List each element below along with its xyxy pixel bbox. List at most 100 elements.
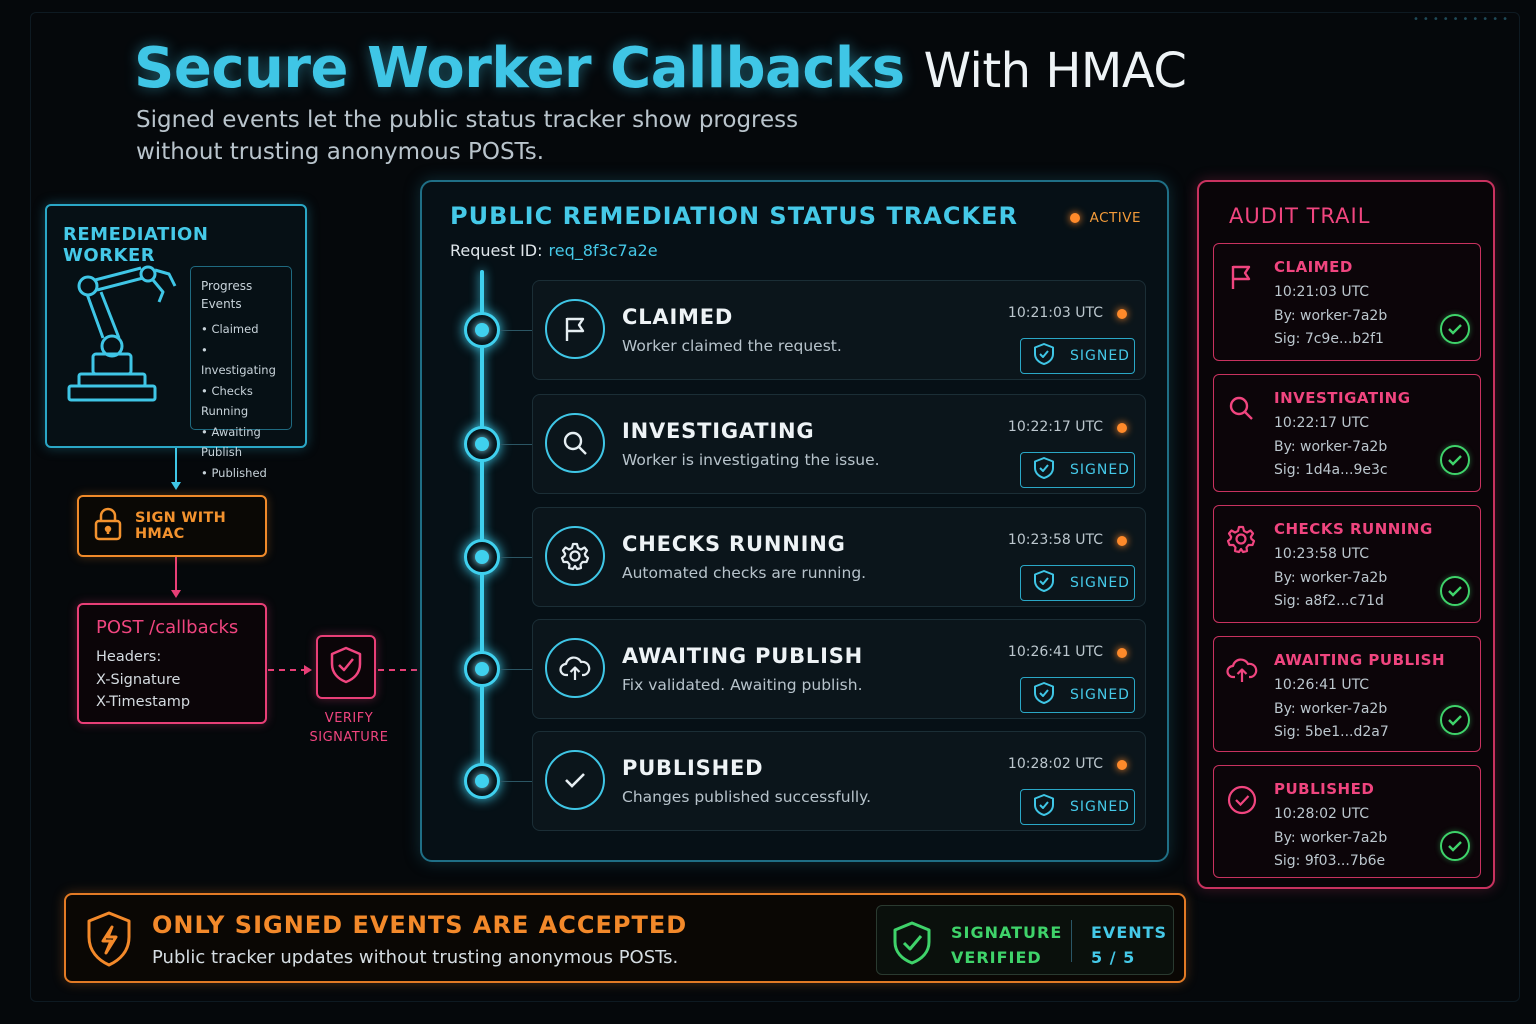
step-time: 10:23:58 UTC bbox=[1007, 532, 1103, 548]
request-id-value: req_8f3c7a2e bbox=[548, 241, 658, 260]
active-status-badge: ACTIVE bbox=[1069, 210, 1141, 226]
cloud-upload-icon bbox=[1226, 655, 1258, 689]
verified-check-icon bbox=[1440, 314, 1470, 344]
verify-signature-box bbox=[316, 635, 376, 699]
timeline-connector bbox=[500, 330, 532, 331]
step-description: Changes published successfully. bbox=[622, 788, 872, 806]
audit-entry-by: By: worker-7a2b bbox=[1274, 439, 1388, 455]
cloud-upload-icon bbox=[545, 638, 605, 698]
verify-signature-label: VERIFY SIGNATURE bbox=[309, 711, 389, 745]
status-step-card: AWAITING PUBLISH Fix validated. Awaiting… bbox=[532, 619, 1146, 719]
audit-entry-by: By: worker-7a2b bbox=[1274, 570, 1388, 586]
step-time: 10:28:02 UTC bbox=[1007, 756, 1103, 772]
sig-line1: SIGNATURE bbox=[951, 923, 1063, 942]
header-signature: X-Signature bbox=[96, 671, 181, 688]
audit-entry-by: By: worker-7a2b bbox=[1274, 830, 1388, 846]
signed-label: SIGNED bbox=[1070, 799, 1130, 815]
timeline-node bbox=[464, 426, 500, 462]
audit-entry-sig: Sig: 7c9e...b2f1 bbox=[1274, 331, 1384, 347]
events-count: EVENTS 5 / 5 bbox=[1091, 920, 1167, 970]
gear-icon bbox=[1226, 524, 1256, 558]
timeline-node bbox=[464, 763, 500, 799]
step-title: CHECKS RUNNING bbox=[622, 532, 846, 556]
step-title: AWAITING PUBLISH bbox=[622, 644, 864, 668]
audit-entry-by: By: worker-7a2b bbox=[1274, 701, 1388, 717]
events-value: 5 / 5 bbox=[1091, 948, 1136, 967]
verified-check-icon bbox=[1440, 576, 1470, 606]
audit-entry: PUBLISHED 10:28:02 UTC By: worker-7a2b S… bbox=[1213, 765, 1481, 878]
signed-badge: SIGNED bbox=[1020, 452, 1135, 488]
signed-badge: SIGNED bbox=[1020, 677, 1135, 713]
step-status-dot bbox=[1117, 536, 1127, 546]
audit-entry-title: PUBLISHED bbox=[1274, 780, 1375, 798]
flag-icon bbox=[1226, 262, 1256, 296]
shield-check-icon bbox=[1033, 793, 1055, 821]
step-status-dot bbox=[1117, 648, 1127, 658]
audit-entry-sig: Sig: a8f2...c71d bbox=[1274, 593, 1384, 609]
search-icon bbox=[1226, 393, 1256, 427]
timeline-node bbox=[464, 539, 500, 575]
post-title: POST /callbacks bbox=[96, 617, 239, 638]
gear-icon bbox=[545, 526, 605, 586]
audit-entry-sig: Sig: 5be1...d2a7 bbox=[1274, 724, 1389, 740]
audit-entry-title: CHECKS RUNNING bbox=[1274, 520, 1433, 538]
badge-divider bbox=[1071, 920, 1072, 962]
hmac-label: SIGN WITH HMAC bbox=[135, 510, 227, 542]
step-status-dot bbox=[1117, 423, 1127, 433]
check-circle-icon bbox=[1226, 784, 1258, 820]
audit-entry-time: 10:28:02 UTC bbox=[1274, 806, 1370, 822]
signed-events-banner: ONLY SIGNED EVENTS ARE ACCEPTED Public t… bbox=[64, 893, 1186, 983]
header-timestamp: X-Timestamp bbox=[96, 694, 191, 710]
events-label: EVENTS bbox=[1091, 923, 1168, 942]
decorative-dots: •••••••••• bbox=[1413, 14, 1512, 25]
audit-entry: CHECKS RUNNING 10:23:58 UTC By: worker-7… bbox=[1213, 505, 1481, 623]
banner-title: ONLY SIGNED EVENTS ARE ACCEPTED bbox=[152, 911, 688, 939]
request-id-row: Request ID: req_8f3c7a2e bbox=[450, 241, 658, 260]
audit-trail-panel: AUDIT TRAIL CLAIMED 10:21:03 UTC By: wor… bbox=[1197, 180, 1495, 889]
audit-entry-title: AWAITING PUBLISH bbox=[1274, 651, 1446, 669]
shield-check-icon bbox=[1033, 456, 1055, 484]
audit-entry-by: By: worker-7a2b bbox=[1274, 308, 1388, 324]
signed-label: SIGNED bbox=[1070, 687, 1130, 703]
audit-entry: CLAIMED 10:21:03 UTC By: worker-7a2b Sig… bbox=[1213, 243, 1481, 361]
audit-title: AUDIT TRAIL bbox=[1229, 204, 1371, 228]
status-step-card: INVESTIGATING Worker is investigating th… bbox=[532, 394, 1146, 494]
timeline-connector bbox=[500, 444, 532, 445]
post-callbacks-box: POST /callbacks Headers: X-Signature X-T… bbox=[77, 603, 267, 724]
audit-entry-title: CLAIMED bbox=[1274, 258, 1353, 276]
status-step-card: CHECKS RUNNING Automated checks are runn… bbox=[532, 507, 1146, 607]
status-step-card: CLAIMED Worker claimed the request. 10:2… bbox=[532, 280, 1146, 380]
audit-entry-sig: Sig: 9f03...7b6e bbox=[1274, 853, 1386, 869]
search-icon bbox=[545, 413, 605, 473]
audit-entry: AWAITING PUBLISH 10:26:41 UTC By: worker… bbox=[1213, 636, 1481, 752]
timeline-node bbox=[464, 312, 500, 348]
check-icon bbox=[545, 750, 605, 810]
signed-label: SIGNED bbox=[1070, 575, 1130, 591]
headers-label: Headers: bbox=[96, 649, 162, 665]
step-title: INVESTIGATING bbox=[622, 419, 815, 443]
step-description: Automated checks are running. bbox=[622, 564, 867, 582]
shield-check-icon bbox=[891, 920, 933, 970]
timeline-connector bbox=[500, 669, 532, 670]
signed-badge: SIGNED bbox=[1020, 338, 1135, 374]
shield-bolt-icon bbox=[84, 909, 134, 973]
shield-check-icon bbox=[1033, 681, 1055, 709]
audit-entry-time: 10:21:03 UTC bbox=[1274, 284, 1370, 300]
audit-entry-time: 10:22:17 UTC bbox=[1274, 415, 1370, 431]
sig-line2: VERIFIED bbox=[951, 948, 1042, 967]
flag-icon bbox=[545, 299, 605, 359]
audit-entry-time: 10:26:41 UTC bbox=[1274, 677, 1370, 693]
step-title: CLAIMED bbox=[622, 305, 734, 329]
banner-description: Public tracker updates without trusting … bbox=[152, 947, 679, 968]
audit-entry-time: 10:23:58 UTC bbox=[1274, 546, 1370, 562]
status-tracker-panel: PUBLIC REMEDIATION STATUS TRACKER ACTIVE… bbox=[420, 180, 1169, 862]
timeline-connector bbox=[500, 781, 532, 782]
request-id-label: Request ID: bbox=[450, 241, 543, 260]
step-description: Fix validated. Awaiting publish. bbox=[622, 676, 863, 694]
signed-label: SIGNED bbox=[1070, 348, 1130, 364]
step-time: 10:22:17 UTC bbox=[1007, 419, 1103, 435]
timeline-connector bbox=[500, 557, 532, 558]
step-time: 10:21:03 UTC bbox=[1007, 305, 1103, 321]
signed-badge: SIGNED bbox=[1020, 789, 1135, 825]
title-rest: With HMAC bbox=[923, 43, 1187, 99]
